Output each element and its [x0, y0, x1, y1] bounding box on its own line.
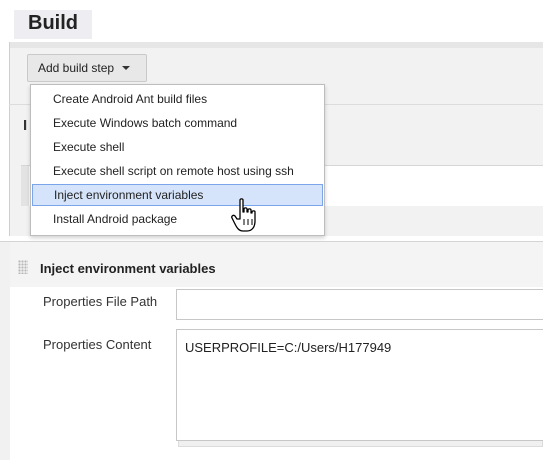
section-edge-strip: [21, 166, 29, 206]
textarea-resize-grip[interactable]: [178, 441, 543, 447]
build-section-screenshot: Build Add build step I Create Android An…: [0, 0, 543, 236]
hand-pointer-icon: [231, 198, 256, 232]
menu-item-execute-windows-batch[interactable]: Execute Windows batch command: [32, 112, 323, 134]
caret-down-icon: [122, 66, 131, 70]
menu-item-execute-shell-ssh[interactable]: Execute shell script on remote host usin…: [32, 160, 323, 182]
properties-content-textarea[interactable]: USERPROFILE=C:/Users/H177949: [176, 329, 543, 441]
add-build-step-button[interactable]: Add build step: [27, 54, 147, 82]
add-build-step-label: Add build step: [38, 61, 115, 75]
obscured-heading-letter: I: [23, 117, 28, 134]
inject-section-title: Inject environment variables: [40, 261, 216, 276]
menu-item-create-android-ant[interactable]: Create Android Ant build files: [32, 88, 323, 110]
section-edge-strip: [0, 242, 10, 460]
properties-file-path-label: Properties File Path: [43, 294, 158, 309]
build-heading: Build: [14, 10, 92, 39]
properties-content-label: Properties Content: [43, 337, 152, 352]
build-step-dropdown-menu: Create Android Ant build files Execute W…: [30, 84, 325, 236]
properties-file-path-input[interactable]: [176, 289, 543, 320]
inject-env-vars-section: Inject environment variables Properties …: [0, 241, 543, 460]
section-left-rule: [9, 42, 10, 236]
menu-item-install-android-package[interactable]: Install Android package: [32, 208, 323, 230]
menu-item-execute-shell[interactable]: Execute shell: [32, 136, 323, 158]
drag-handle-icon[interactable]: [18, 260, 28, 274]
section-top-strip: [9, 42, 543, 48]
menu-item-inject-env-vars[interactable]: Inject environment variables: [32, 184, 323, 206]
